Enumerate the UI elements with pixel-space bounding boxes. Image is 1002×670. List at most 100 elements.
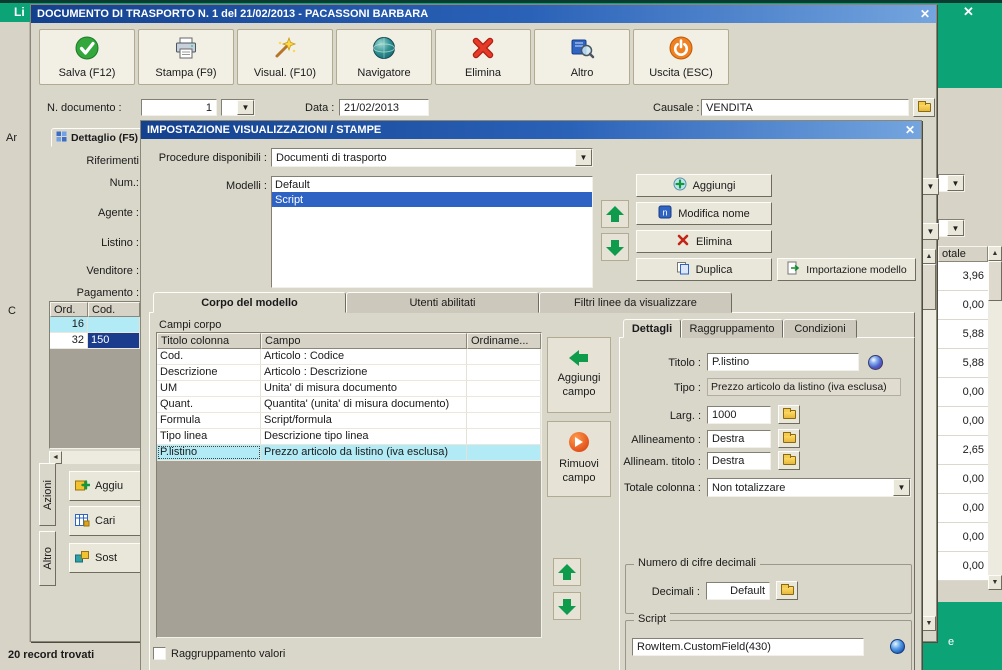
list-item-default[interactable]: Default <box>272 177 592 192</box>
items-grid[interactable]: Ord. Cod. 16 32 150 <box>49 301 141 449</box>
cell-ord[interactable]: 32 <box>50 333 88 348</box>
move-field-down-button[interactable] <box>553 592 581 620</box>
titolo-input[interactable]: P.listino <box>707 353 859 371</box>
table-row[interactable]: Quant. Quantita' (unita' di misura docume… <box>157 397 541 413</box>
table-row[interactable]: 32 150 <box>50 333 140 349</box>
column-header-titolo[interactable]: Titolo colonna <box>157 333 261 349</box>
tab-condizioni[interactable]: Condizioni <box>783 319 857 338</box>
tab-dettaglio[interactable]: Dettaglio (F5) <box>51 128 143 147</box>
cell-campo[interactable]: Descrizione tipo linea <box>261 429 467 444</box>
dialog-titlebar[interactable]: IMPOSTAZIONE VISUALIZZAZIONI / STAMPE ✕ <box>141 121 921 139</box>
table-row[interactable]: 16 <box>50 317 140 333</box>
exit-button[interactable]: Uscita (ESC) <box>633 29 729 85</box>
chevron-down-icon[interactable]: ▼ <box>575 149 592 166</box>
totale-column-header-fragment[interactable]: otale <box>938 246 988 262</box>
totale-colonna-combo[interactable]: Non totalizzare ▼ <box>707 478 911 497</box>
aggiungi-modello-button[interactable]: Aggiungi <box>636 174 772 197</box>
raggruppamento-checkbox[interactable] <box>153 647 166 660</box>
duplica-modello-button[interactable]: Duplica <box>636 258 772 281</box>
table-row-selected[interactable]: P.listino Prezzo articolo da listino (iva… <box>157 445 541 461</box>
modelli-listbox[interactable]: Default Script <box>271 176 593 288</box>
cell-ordinamento[interactable] <box>467 429 541 444</box>
chevron-down-icon[interactable]: ▼ <box>947 220 964 236</box>
side-tab-altro[interactable]: Altro <box>39 531 56 586</box>
save-button[interactable]: Salva (F12) <box>39 29 135 85</box>
cell-titolo[interactable]: Formula <box>157 413 261 428</box>
background-close-icon[interactable]: ✕ <box>963 4 974 20</box>
larg-lookup-button[interactable] <box>778 405 800 424</box>
side-tab-azioni[interactable]: Azioni <box>39 463 56 526</box>
scroll-down-icon[interactable]: ▼ <box>922 616 936 631</box>
cell-campo[interactable]: Prezzo articolo da listino (iva esclusa) <box>261 445 467 460</box>
move-model-up-button[interactable] <box>601 200 629 228</box>
cell-ordinamento[interactable] <box>467 413 541 428</box>
cell-ordinamento[interactable] <box>467 365 541 380</box>
allineamento-lookup-button[interactable] <box>778 429 800 448</box>
column-header-ord[interactable]: Ord. <box>50 302 88 317</box>
items-grid-hscrollbar[interactable]: ◄ <box>49 451 141 464</box>
scroll-up-icon[interactable]: ▲ <box>922 249 936 264</box>
print-button[interactable]: Stampa (F9) <box>138 29 234 85</box>
cell-campo[interactable]: Articolo : Descrizione <box>261 365 467 380</box>
importazione-modello-button[interactable]: Importazione modello <box>777 258 916 281</box>
move-field-up-button[interactable] <box>553 558 581 586</box>
chevron-down-icon[interactable]: ▼ <box>922 178 939 195</box>
script-input[interactable]: RowItem.CustomField(430) <box>632 638 864 656</box>
cell-ord[interactable]: 16 <box>50 317 88 332</box>
cell-cod[interactable] <box>88 317 140 332</box>
tab-raggruppamento[interactable]: Raggruppamento <box>681 319 783 338</box>
scrollbar-thumb[interactable] <box>988 261 1002 301</box>
causale-input[interactable]: VENDITA <box>701 99 909 116</box>
larg-input[interactable]: 1000 <box>707 406 771 424</box>
scroll-up-icon[interactable]: ▲ <box>988 246 1002 261</box>
document-window-titlebar[interactable]: DOCUMENTO DI TRASPORTO N. 1 del 21/02/20… <box>31 5 936 23</box>
cell-campo[interactable]: Unita' di misura documento <box>261 381 467 396</box>
background-combo-fragment-1[interactable]: ▼ <box>938 174 965 192</box>
cell-campo[interactable]: Quantita' (unita' di misura documento) <box>261 397 467 412</box>
tab-filtri-linee[interactable]: Filtri linee da visualizzare <box>539 292 732 313</box>
background-scrollbar[interactable]: ▲ ▼ <box>988 246 1002 590</box>
decimali-input[interactable]: Default <box>706 582 770 600</box>
navigator-button[interactable]: Navigatore <box>336 29 432 85</box>
visualize-button[interactable]: Visual. (F10) <box>237 29 333 85</box>
tab-utenti-abilitati[interactable]: Utenti abilitati <box>346 292 539 313</box>
table-row[interactable]: Cod. Articolo : Codice <box>157 349 541 365</box>
table-row[interactable]: Tipo linea Descrizione tipo linea <box>157 429 541 445</box>
campi-corpo-table[interactable]: Titolo colonna Campo Ordiname... Cod. Art… <box>156 332 542 638</box>
cell-ordinamento[interactable] <box>467 445 541 460</box>
cell-cod-selected[interactable]: 150 <box>88 333 140 348</box>
document-grid-vscrollbar[interactable]: ▲ ▼ <box>922 249 936 631</box>
cell-ordinamento[interactable] <box>467 349 541 364</box>
chevron-down-icon[interactable]: ▼ <box>947 175 964 191</box>
causale-lookup-button[interactable] <box>913 98 935 117</box>
cell-ordinamento[interactable] <box>467 381 541 396</box>
allineam-titolo-lookup-button[interactable] <box>778 451 800 470</box>
tab-dettagli[interactable]: Dettagli <box>623 319 681 338</box>
n-documento-combo[interactable]: ▼ <box>221 99 255 116</box>
procedure-combo[interactable]: Documenti di trasporto ▼ <box>271 148 593 167</box>
scrollbar-thumb[interactable] <box>922 264 936 310</box>
cell-ordinamento[interactable] <box>467 397 541 412</box>
cell-titolo[interactable]: Quant. <box>157 397 261 412</box>
chevron-down-icon[interactable]: ▼ <box>893 479 910 496</box>
close-icon[interactable]: ✕ <box>920 8 930 20</box>
scroll-down-icon[interactable]: ▼ <box>988 575 1002 590</box>
n-documento-input[interactable]: 1 <box>141 99 217 116</box>
cell-campo[interactable]: Script/formula <box>261 413 467 428</box>
cell-campo[interactable]: Articolo : Codice <box>261 349 467 364</box>
data-input[interactable]: 21/02/2013 <box>339 99 429 116</box>
delete-button[interactable]: Elimina <box>435 29 531 85</box>
list-item-script[interactable]: Script <box>272 192 592 207</box>
cell-titolo[interactable]: P.listino <box>157 445 261 460</box>
chevron-down-icon[interactable]: ▼ <box>237 100 254 115</box>
chevron-down-icon[interactable]: ▼ <box>922 223 939 240</box>
cell-titolo[interactable]: Cod. <box>157 349 261 364</box>
elimina-modello-button[interactable]: Elimina <box>636 230 772 253</box>
aggiungi-riga-button[interactable]: Aggiu <box>69 471 141 501</box>
decimali-lookup-button[interactable] <box>776 581 798 600</box>
allineam-titolo-input[interactable]: Destra <box>707 452 771 470</box>
sphere-icon[interactable] <box>868 355 883 370</box>
allineamento-input[interactable]: Destra <box>707 430 771 448</box>
cell-titolo[interactable]: Tipo linea <box>157 429 261 444</box>
cell-titolo[interactable]: Descrizione <box>157 365 261 380</box>
